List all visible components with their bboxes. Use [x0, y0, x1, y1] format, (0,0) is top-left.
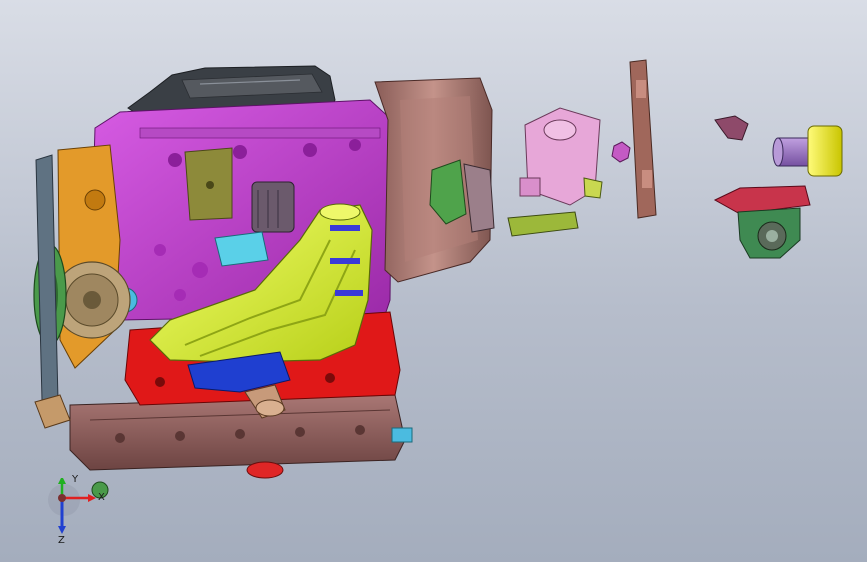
engine-mount[interactable]	[713, 185, 811, 259]
triad-x-label: X	[98, 492, 105, 503]
engine-assembly-scene	[33, 59, 843, 499]
coil-bracket[interactable]	[184, 147, 233, 221]
coordinate-triad[interactable]: X Y Z	[40, 474, 120, 558]
triad-graphic	[48, 478, 96, 534]
fuel-pump[interactable]	[519, 107, 603, 206]
triad-y-label: Y	[72, 474, 79, 485]
triad-z-label: Z	[58, 535, 65, 546]
mount-plate[interactable]	[629, 59, 657, 219]
oil-pan[interactable]	[69, 394, 406, 471]
accessory-belt[interactable]	[35, 154, 59, 401]
cad-3d-viewport[interactable]: X Y Z	[0, 0, 867, 562]
bushing-cylinder[interactable]	[772, 125, 843, 177]
actuator-arm[interactable]	[507, 211, 579, 237]
sensor[interactable]	[714, 115, 749, 141]
oil-filter[interactable]	[251, 181, 295, 233]
drain-plug[interactable]	[246, 461, 284, 479]
pump-nut[interactable]	[611, 141, 631, 163]
